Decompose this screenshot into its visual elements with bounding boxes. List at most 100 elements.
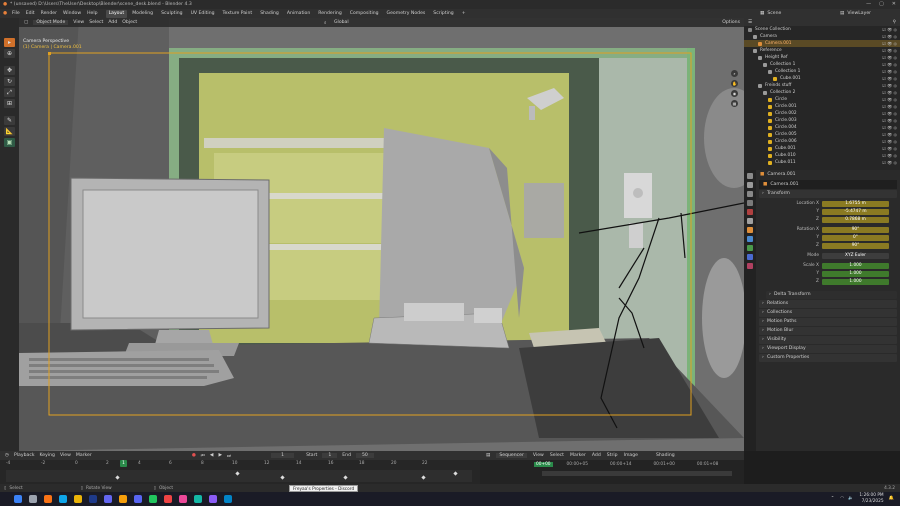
scene-selector[interactable]: ▦ Scene xyxy=(760,11,787,16)
blender-icon[interactable] xyxy=(119,495,127,503)
visibility-toggle-icon[interactable]: ☑ 👁 ◎ xyxy=(882,90,897,95)
end-frame-field[interactable]: 50 xyxy=(355,453,374,458)
keyframe[interactable] xyxy=(115,475,120,480)
outliner-row[interactable]: Circle.004 ☑ 👁 ◎ xyxy=(744,124,900,131)
sequencer-scrollbar[interactable] xyxy=(542,471,732,476)
tray-chevron-icon[interactable]: ⌃ xyxy=(831,496,835,501)
outliner-row[interactable]: Collection 1 ☑ 👁 ◎ xyxy=(744,61,900,68)
transform-orientation-dropdown[interactable]: Global xyxy=(334,20,349,25)
tab-modeling[interactable]: Modeling xyxy=(129,10,156,18)
motion-paths-panel[interactable]: Motion Paths xyxy=(759,318,897,326)
outliner-row[interactable]: Camera ☑ 👁 ◎ xyxy=(744,33,900,40)
frame-ruler[interactable]: -4 -2 0 2 4 6 8 10 12 14 16 18 20 22 xyxy=(6,461,472,467)
minimize-button[interactable]: — xyxy=(866,1,871,7)
transform-tool-icon[interactable]: ⊞ xyxy=(4,99,15,108)
marker-menu[interactable]: Marker xyxy=(570,453,586,458)
render-tab-icon[interactable] xyxy=(747,182,753,188)
relations-panel[interactable]: Relations xyxy=(759,300,897,308)
custom-properties-panel[interactable]: Custom Properties xyxy=(759,354,897,362)
3d-viewport[interactable]: ▢ Object Mode View Select Add Object Glo… xyxy=(19,18,744,451)
visibility-toggle-icon[interactable]: ☑ 👁 ◎ xyxy=(882,41,897,46)
visibility-toggle-icon[interactable]: ☑ 👁 ◎ xyxy=(882,139,897,144)
menu-file[interactable]: File xyxy=(12,11,20,16)
clock[interactable]: 1:26:00 PM 7/23/2025 xyxy=(859,493,883,504)
location-z-field[interactable]: 0.7868 m xyxy=(822,216,889,223)
strip-menu[interactable]: Strip xyxy=(607,453,618,458)
delta-transform-panel[interactable]: Delta Transform xyxy=(766,291,897,299)
firefox-icon[interactable] xyxy=(44,495,52,503)
app-b-icon[interactable] xyxy=(179,495,187,503)
sequencer-mode-dropdown[interactable]: Sequencer xyxy=(496,453,527,458)
outliner-row[interactable]: Cube.011 ☑ 👁 ◎ xyxy=(744,159,900,166)
keyframe[interactable] xyxy=(280,475,285,480)
menu-render[interactable]: Render xyxy=(41,11,57,16)
outliner-row[interactable]: Circle.005 ☑ 👁 ◎ xyxy=(744,131,900,138)
pan-hand-icon[interactable]: ✋ xyxy=(731,80,738,87)
visibility-panel[interactable]: Visibility xyxy=(759,336,897,344)
rotation-z-field[interactable]: 90° xyxy=(822,242,889,249)
outliner-row[interactable]: Cube.010 ☑ 👁 ◎ xyxy=(744,152,900,159)
volume-icon[interactable]: 🔈 xyxy=(848,496,853,501)
view-menu[interactable]: View xyxy=(73,20,84,25)
chrome-icon[interactable] xyxy=(149,495,157,503)
keyframe[interactable] xyxy=(343,475,348,480)
visibility-toggle-icon[interactable]: ☑ 👁 ◎ xyxy=(882,104,897,109)
keyframe[interactable] xyxy=(421,475,426,480)
outliner-row[interactable]: Freinds stuff ☑ 👁 ◎ xyxy=(744,82,900,89)
tab-texture-paint[interactable]: Texture Paint xyxy=(220,10,256,18)
outliner-row[interactable]: Circle.003 ☑ 👁 ◎ xyxy=(744,117,900,124)
options-dropdown[interactable]: Options xyxy=(722,20,740,25)
constraints-tab-icon[interactable] xyxy=(747,254,753,260)
annotate-tool-icon[interactable]: ✎ xyxy=(4,116,15,125)
visibility-toggle-icon[interactable]: ☑ 👁 ◎ xyxy=(882,146,897,151)
keyframe[interactable] xyxy=(235,471,240,476)
visibility-toggle-icon[interactable]: ☑ 👁 ◎ xyxy=(882,153,897,158)
menu-edit[interactable]: Edit xyxy=(26,11,35,16)
tab-sculpting[interactable]: Sculpting xyxy=(158,10,185,18)
discord-icon[interactable] xyxy=(134,495,142,503)
outliner-row[interactable]: Circle.002 ☑ 👁 ◎ xyxy=(744,110,900,117)
scale-x-field[interactable]: 1.000 xyxy=(822,262,889,269)
visibility-toggle-icon[interactable]: ☑ 👁 ◎ xyxy=(882,34,897,39)
app-c-icon[interactable] xyxy=(194,495,202,503)
outliner-row[interactable]: Height Ref ☑ 👁 ◎ xyxy=(744,54,900,61)
menu-window[interactable]: Window xyxy=(63,11,81,16)
tool-tab-icon[interactable] xyxy=(747,173,753,179)
tab-animation[interactable]: Animation xyxy=(284,10,313,18)
image-menu[interactable]: Image xyxy=(624,453,638,458)
rotation-mode-dropdown[interactable]: XYZ Euler xyxy=(822,252,889,259)
visibility-toggle-icon[interactable]: ☑ 👁 ◎ xyxy=(882,48,897,53)
jump-start-icon[interactable]: ⏮ xyxy=(201,453,205,459)
visibility-toggle-icon[interactable]: ☑ 👁 ◎ xyxy=(882,160,897,165)
modifier-tab-icon[interactable] xyxy=(747,236,753,242)
zoom-icon[interactable]: ⌕ xyxy=(731,70,738,77)
visibility-toggle-icon[interactable]: ☑ 👁 ◎ xyxy=(882,69,897,74)
collections-panel[interactable]: Collections xyxy=(759,309,897,317)
close-button[interactable]: ✕ xyxy=(892,1,896,7)
outliner-row[interactable]: Cube.001 ☑ 👁 ◎ xyxy=(744,75,900,82)
visibility-toggle-icon[interactable]: ☑ 👁 ◎ xyxy=(882,118,897,123)
tab-geometry-nodes[interactable]: Geometry Nodes xyxy=(384,10,429,18)
view-layer-tab-icon[interactable] xyxy=(747,200,753,206)
keying-menu[interactable]: Keying xyxy=(40,453,55,458)
scale-tool-icon[interactable]: ⤢ xyxy=(4,88,15,97)
wifi-icon[interactable]: ◠ xyxy=(840,496,844,501)
app-a-icon[interactable] xyxy=(164,495,172,503)
ortho-grid-icon[interactable]: ▦ xyxy=(731,100,738,107)
keyframe-track[interactable] xyxy=(6,470,472,482)
transform-panel-header[interactable]: Transform xyxy=(759,190,897,198)
blender-menu-icon[interactable]: ● xyxy=(3,11,7,16)
cursor-tool-icon[interactable]: ⊕ xyxy=(4,49,15,58)
jump-end-icon[interactable]: ⏭ xyxy=(227,453,231,459)
store-icon[interactable] xyxy=(104,495,112,503)
start-frame-field[interactable]: 1 xyxy=(322,453,338,458)
app-e-icon[interactable] xyxy=(224,495,232,503)
visibility-toggle-icon[interactable]: ☑ 👁 ◎ xyxy=(882,111,897,116)
rotation-y-field[interactable]: 0° xyxy=(822,234,889,241)
world-tab-icon[interactable] xyxy=(747,218,753,224)
current-frame-field[interactable]: 1 xyxy=(271,453,295,458)
search-icon[interactable]: ⌕ xyxy=(324,20,327,26)
select-box-tool-icon[interactable]: ▸ xyxy=(4,38,15,47)
outliner-row[interactable]: Circle.006 ☑ 👁 ◎ xyxy=(744,138,900,145)
outliner-row[interactable]: Collection 2 ☑ 👁 ◎ xyxy=(744,89,900,96)
